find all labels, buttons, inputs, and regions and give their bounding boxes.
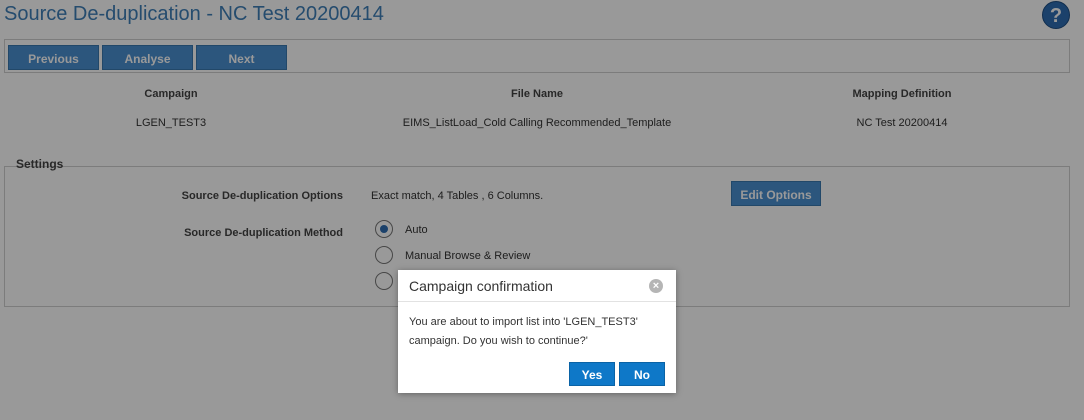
campaign-confirmation-dialog: Campaign confirmation × You are about to… [398,270,676,393]
close-icon[interactable]: × [649,279,663,293]
dialog-divider [398,301,676,302]
dialog-message: You are about to import list into 'LGEN_… [409,316,638,347]
yes-button[interactable]: Yes [569,362,615,386]
dialog-title: Campaign confirmation [409,278,553,294]
no-button[interactable]: No [619,362,665,386]
